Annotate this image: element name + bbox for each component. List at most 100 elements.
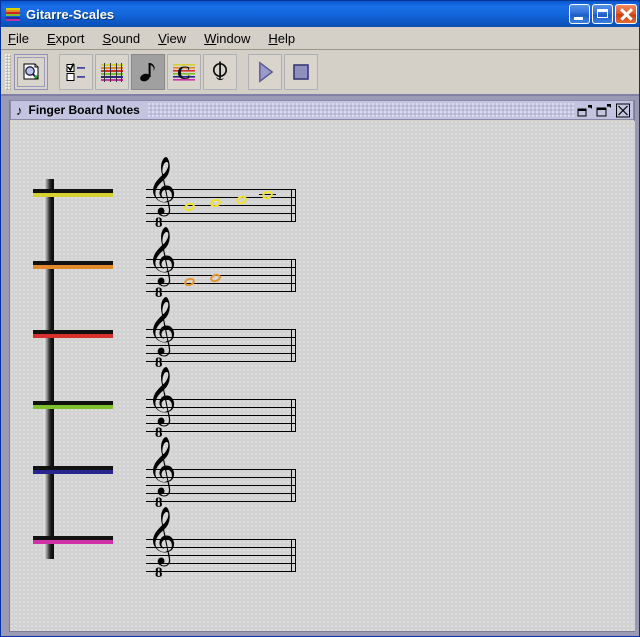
tuning-button[interactable] [203, 54, 237, 90]
barline-end [295, 329, 296, 362]
play-button[interactable] [248, 54, 282, 90]
string-color-band [33, 540, 113, 544]
notes-button[interactable] [131, 54, 165, 90]
string-color-band [33, 334, 113, 338]
staff-string-4[interactable]: 𝄞 8 [141, 370, 301, 453]
clef-icon [212, 61, 228, 81]
child-minimize-button[interactable] [577, 103, 593, 118]
staff-line [146, 485, 296, 486]
title-icon-line [6, 19, 20, 21]
close-icon [616, 103, 630, 117]
fretboard-diagram [33, 179, 123, 579]
staff-line [146, 337, 296, 338]
menu-help-label: elp [277, 30, 296, 46]
menu-sound-label: ound [111, 30, 141, 46]
staff-lines [146, 329, 296, 362]
string-3[interactable] [33, 330, 113, 338]
staff-line [146, 213, 296, 214]
staff-lines [146, 539, 296, 572]
notation-staves: 𝄞 8 𝄞 8 𝄞 8 𝄞 8 𝄞 8 𝄞 8 [141, 160, 311, 599]
maximize-button[interactable] [592, 4, 613, 24]
staff-line [146, 477, 296, 478]
staff-string-1[interactable]: 𝄞 8 [141, 160, 301, 243]
string-1[interactable] [33, 189, 113, 197]
svg-text:C: C [177, 63, 191, 83]
staff-string-2[interactable]: 𝄞 8 [141, 230, 301, 313]
menu-window[interactable]: Window [204, 29, 259, 48]
titlebar-texture [147, 103, 574, 117]
staff-line [146, 361, 296, 362]
checklist-button[interactable] [59, 54, 93, 90]
string-4[interactable] [33, 401, 113, 409]
barline-end [295, 259, 296, 292]
staff-line [146, 399, 296, 400]
toolbar-grip[interactable] [5, 54, 11, 90]
restore-down-icon [577, 104, 592, 116]
staff-string-6[interactable]: 𝄞 8 [141, 510, 301, 593]
play-icon [259, 61, 274, 83]
string-2[interactable] [33, 261, 113, 269]
string-color-band [33, 265, 113, 269]
staff-line [146, 407, 296, 408]
clef-on-strings-icon: C [173, 63, 195, 83]
toolbar-separator-1 [50, 72, 59, 73]
menu-export[interactable]: Export [47, 29, 94, 48]
eighth-note-icon: ♪ [16, 102, 23, 118]
menu-file-label: ile [15, 30, 29, 46]
barline-end [295, 539, 296, 572]
menu-help[interactable]: Help [268, 29, 304, 48]
finger-board-notes-canvas: 𝄞 8 𝄞 8 𝄞 8 𝄞 8 𝄞 8 𝄞 8 [11, 121, 635, 631]
string-6[interactable] [33, 536, 113, 544]
staff-line [146, 275, 296, 276]
child-close-button[interactable] [615, 103, 631, 118]
clef-staff-button[interactable]: C [167, 54, 201, 90]
window-title: Gitarre-Scales [26, 6, 115, 22]
staff-line [146, 259, 296, 260]
menubar: File Export Sound View Window Help [1, 27, 639, 50]
barline-end [295, 469, 296, 502]
child-window-finger-board-notes: ♪ Finger Board Notes 𝄞 8 𝄞 8 𝄞 8 𝄞 8 𝄞 8… [9, 100, 635, 632]
close-button[interactable] [615, 4, 637, 24]
fretboard-button[interactable] [95, 54, 129, 90]
staff-line [146, 221, 296, 222]
staff-line [146, 291, 296, 292]
staff-line [146, 431, 296, 432]
toolbar: C [1, 50, 639, 96]
barline [291, 399, 292, 432]
stop-button[interactable] [284, 54, 318, 90]
menu-sound[interactable]: Sound [103, 29, 150, 48]
staff-line [146, 205, 296, 206]
string-5[interactable] [33, 466, 113, 474]
guitar-neck [43, 179, 54, 559]
staff-line [146, 267, 296, 268]
child-maximize-button[interactable] [596, 103, 612, 118]
staff-line [146, 563, 296, 564]
print-preview-button[interactable] [14, 54, 48, 90]
staff-lines-icon [5, 7, 21, 22]
staff-line [146, 197, 296, 198]
string-color-band [33, 470, 113, 474]
application-window: Gitarre-Scales File Export Sound View Wi… [0, 0, 640, 637]
barline [291, 469, 292, 502]
menu-export-label: xport [55, 30, 85, 46]
staff-line [146, 501, 296, 502]
child-window-title: Finger Board Notes [28, 103, 140, 117]
staff-string-3[interactable]: 𝄞 8 [141, 300, 301, 383]
staff-line [146, 571, 296, 572]
menu-window-label: indow [216, 30, 251, 46]
barline-end [295, 189, 296, 222]
barline [291, 189, 292, 222]
menu-view[interactable]: View [158, 29, 195, 48]
caption-button-group [569, 4, 639, 24]
menu-view-label: iew [166, 30, 187, 46]
minimize-button[interactable] [569, 4, 590, 24]
staff-lines [146, 259, 296, 292]
staff-line [146, 555, 296, 556]
staff-line [146, 415, 296, 416]
staff-line [146, 547, 296, 548]
staff-string-5[interactable]: 𝄞 8 [141, 440, 301, 523]
staff-line [146, 329, 296, 330]
staff-lines [146, 469, 296, 502]
menu-file[interactable]: File [8, 29, 38, 48]
staff-line [146, 189, 296, 190]
